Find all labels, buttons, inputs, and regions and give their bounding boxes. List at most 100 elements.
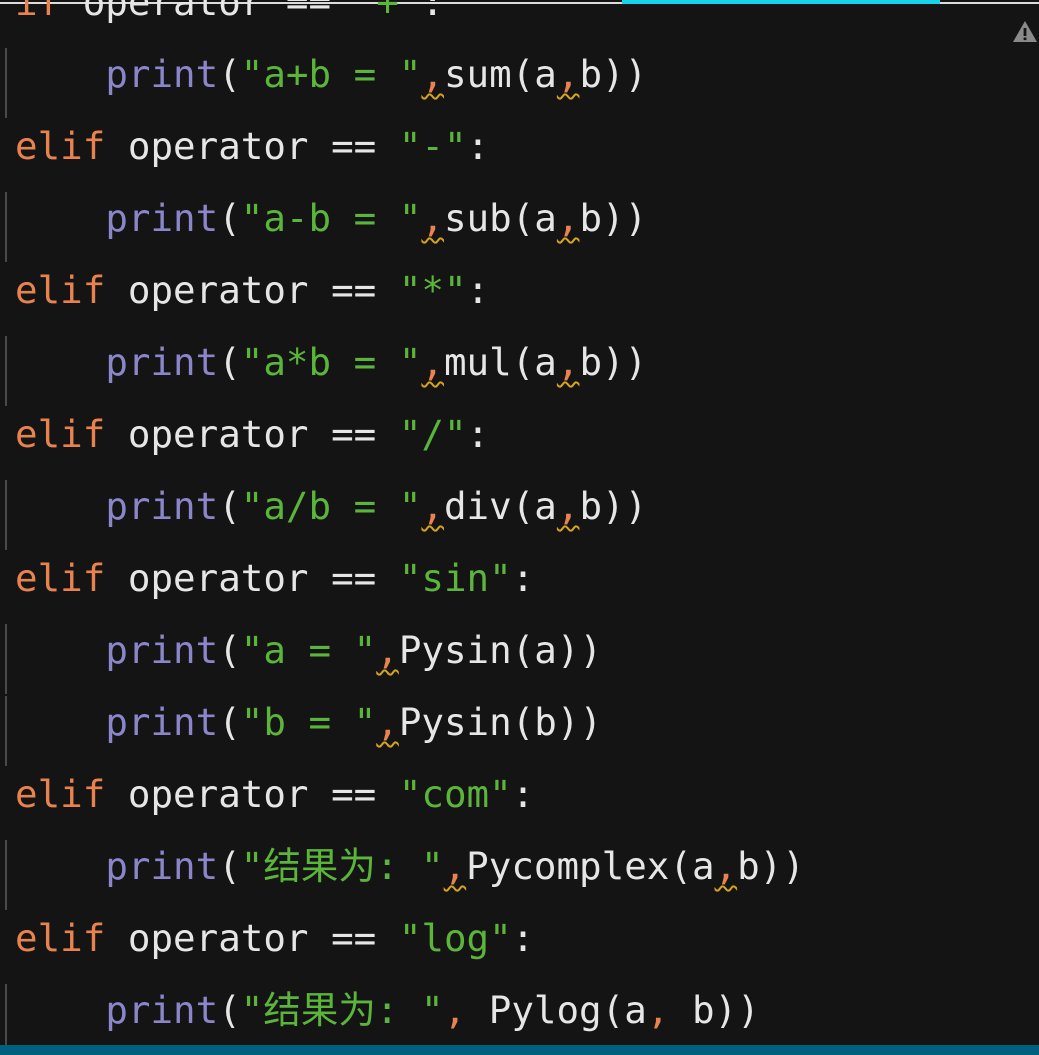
indent-guide (5, 840, 7, 910)
code-token: : (466, 412, 490, 456)
code-token: "a*b = " (240, 340, 422, 384)
code-token: print (105, 196, 219, 240)
lint-warning-token: , (376, 628, 399, 672)
code-line[interactable]: elif operator == "*": (15, 254, 805, 326)
code-token: "a = " (240, 628, 377, 672)
code-token: elif (15, 772, 128, 816)
code-token: print (105, 52, 219, 96)
code-token: , (646, 988, 670, 1032)
code-token: "+" (353, 0, 422, 24)
code-line[interactable]: print("b = ",Pysin(b)) (5, 686, 805, 766)
lint-warning-token: , (714, 844, 738, 888)
lint-warning-token: , (421, 340, 444, 384)
code-token: ( (218, 484, 241, 528)
code-token: ( (218, 988, 241, 1032)
code-line[interactable]: print("a/b = ",div(a,b)) (5, 470, 805, 550)
indent-guide (5, 192, 7, 262)
code-token: "a/b = " (240, 484, 422, 528)
indent-guide (5, 696, 7, 766)
code-token: elif (15, 268, 128, 312)
code-token: "log" (398, 916, 512, 960)
code-token: print (105, 700, 219, 744)
code-token: : (511, 556, 535, 600)
code-token: "b = " (240, 700, 377, 744)
lint-warning-token: , (376, 700, 399, 744)
code-token: operator == (127, 268, 399, 312)
code-token: div(a (443, 484, 557, 528)
code-token: operator == (127, 916, 399, 960)
code-token: Pysin(a)) (398, 628, 603, 672)
code-token: : (466, 268, 490, 312)
code-token: Pycomplex(a (466, 844, 715, 888)
code-token: : (511, 916, 535, 960)
code-line[interactable]: print("a = ",Pysin(a)) (5, 614, 805, 694)
code-line[interactable]: elif operator == "log": (15, 902, 805, 974)
code-token: elif (15, 124, 128, 168)
code-line[interactable]: if operator == "+": (15, 0, 805, 38)
lint-warning-token: , (421, 52, 444, 96)
code-token: ( (218, 196, 241, 240)
code-token: elif (15, 556, 128, 600)
code-token: ( (218, 340, 241, 384)
code-line[interactable]: print("a+b = ",sum(a,b)) (5, 38, 805, 118)
code-line[interactable]: elif operator == "-": (15, 110, 805, 182)
code-token: "com" (398, 772, 512, 816)
indent-guide (5, 984, 7, 1054)
code-token: b)) (579, 484, 648, 528)
code-line[interactable]: elif operator == "com": (15, 758, 805, 830)
code-token: operator == (127, 412, 399, 456)
code-line[interactable]: print("结果为: ", Pylog(a, b)) (5, 974, 805, 1054)
code-token: "sin" (398, 556, 512, 600)
code-token: : (421, 0, 444, 24)
lint-warning-token: , (556, 340, 580, 384)
code-token: b)) (579, 196, 648, 240)
code-token: b)) (669, 988, 760, 1032)
code-token: operator == (127, 124, 399, 168)
code-token: b)) (579, 340, 648, 384)
code-token: : (511, 772, 535, 816)
warning-icon[interactable] (1011, 18, 1039, 46)
code-token: b)) (579, 52, 648, 96)
code-token: Pysin(b)) (398, 700, 603, 744)
lint-warning-token: , (556, 196, 580, 240)
code-token: , (443, 988, 467, 1032)
indent-guide (5, 624, 7, 694)
code-token: "*" (398, 268, 467, 312)
lint-warning-token: , (421, 196, 444, 240)
code-editor[interactable]: if operator == "+": print("a+b = ",sum(a… (5, 0, 805, 1054)
code-line[interactable]: elif operator == "/": (15, 398, 805, 470)
code-line[interactable]: print("结果为: ",Pycomplex(a,b)) (5, 830, 805, 910)
code-line[interactable]: elif operator == "sin": (15, 542, 805, 614)
status-bar (0, 1045, 1039, 1055)
lint-warning-token: , (421, 484, 444, 528)
code-token: : (466, 124, 490, 168)
code-token: operator == (127, 772, 399, 816)
code-token: ( (218, 52, 241, 96)
code-line[interactable]: print("a-b = ",sub(a,b)) (5, 182, 805, 262)
code-token: "a-b = " (240, 196, 422, 240)
code-token: sub(a (443, 196, 557, 240)
code-token: print (105, 484, 219, 528)
code-token: print (105, 628, 219, 672)
code-token: elif (15, 412, 128, 456)
code-token: print (105, 988, 219, 1032)
code-token: "-" (398, 124, 467, 168)
code-line[interactable]: print("a*b = ",mul(a,b)) (5, 326, 805, 406)
code-token: operator == (127, 556, 399, 600)
code-token: operator == (82, 0, 354, 24)
code-token: "结果为: " (240, 844, 444, 888)
indent-guide (5, 336, 7, 406)
code-token: print (105, 844, 219, 888)
indent-guide (5, 480, 7, 550)
code-token: ( (218, 844, 241, 888)
lint-warning-token: , (443, 844, 467, 888)
code-token: "结果为: " (240, 988, 444, 1032)
code-token: Pylog(a (466, 988, 647, 1032)
